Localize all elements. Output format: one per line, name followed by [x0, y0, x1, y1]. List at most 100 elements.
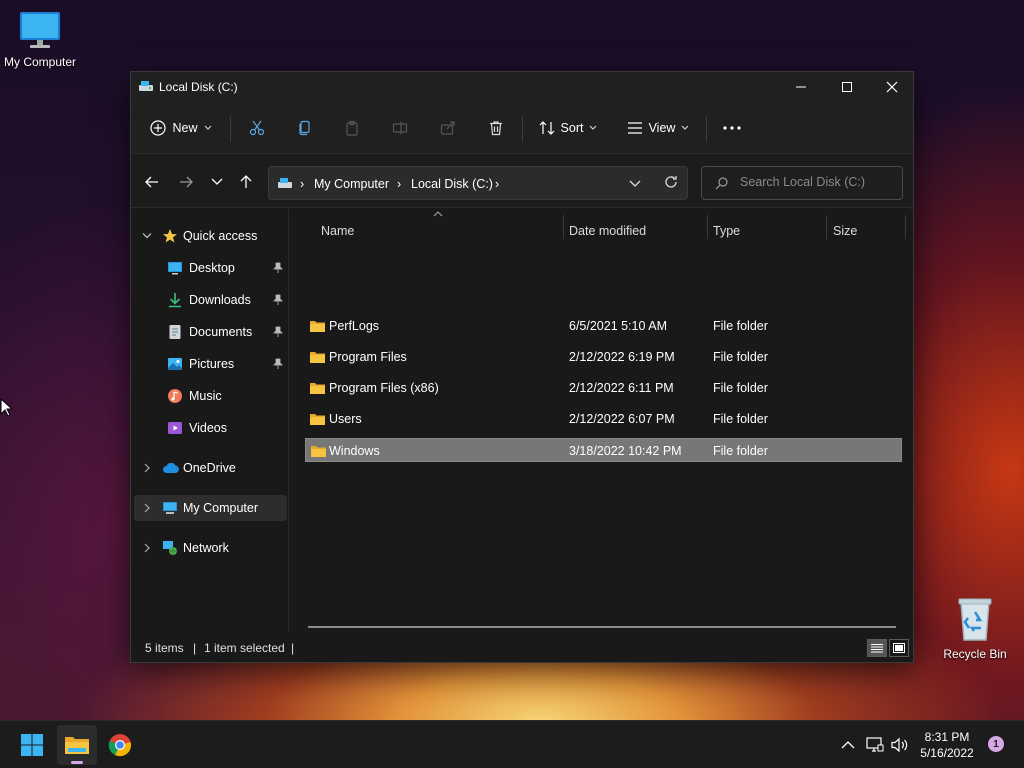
desktop-icon-label: My Computer — [3, 55, 77, 69]
trash-icon — [490, 121, 502, 136]
taskbar-file-explorer[interactable] — [57, 725, 97, 765]
sidebar-item-label: Documents — [189, 325, 253, 339]
horizontal-scrollbar[interactable] — [308, 626, 896, 628]
recent-locations-button[interactable] — [206, 171, 228, 193]
sort-icon — [539, 121, 554, 135]
recycle-bin-icon — [958, 598, 992, 641]
column-header-size[interactable]: Size — [833, 217, 903, 245]
paste-button[interactable] — [338, 110, 366, 146]
sidebar-item-network[interactable]: Network — [134, 535, 287, 561]
pin-icon[interactable] — [273, 358, 283, 370]
sidebar-item-my-computer[interactable]: My Computer — [134, 495, 287, 521]
active-app-indicator — [71, 761, 83, 764]
sidebar-item-quick-access[interactable]: Quick access — [134, 223, 287, 249]
view-button[interactable]: View — [623, 110, 693, 146]
desktop-icon-recycle-bin[interactable]: Recycle Bin — [935, 596, 1015, 661]
share-button[interactable] — [434, 110, 462, 146]
sidebar-item-label: Music — [189, 389, 222, 403]
sort-button[interactable]: Sort — [535, 110, 601, 146]
download-icon — [169, 293, 181, 308]
window-title: Local Disk (C:) — [159, 80, 238, 94]
start-button[interactable] — [12, 725, 52, 765]
desktop-icon-my-computer[interactable]: My Computer — [0, 10, 80, 69]
tiles-view-button[interactable] — [889, 639, 909, 657]
file-row[interactable]: Program Files (x86) 2/12/2022 6:11 PM Fi… — [305, 376, 902, 400]
pin-icon[interactable] — [273, 326, 283, 338]
speaker-icon — [891, 737, 908, 753]
desktop-icon-label: Recycle Bin — [943, 647, 1007, 661]
chevron-down-icon — [142, 233, 152, 239]
file-type: File folder — [713, 381, 768, 395]
file-row[interactable]: Users 2/12/2022 6:07 PM File folder — [305, 407, 902, 431]
sidebar-item-onedrive[interactable]: OneDrive — [134, 455, 287, 481]
search-input[interactable] — [740, 175, 890, 189]
sidebar-item-music[interactable]: Music — [134, 383, 287, 409]
notification-badge[interactable]: 1 — [988, 736, 1004, 752]
system-clock[interactable]: 8:31 PM 5/16/2022 — [910, 729, 984, 761]
column-separator[interactable] — [905, 215, 906, 239]
sidebar-item-documents[interactable]: Documents — [134, 319, 287, 345]
windows-logo-icon — [21, 734, 43, 756]
network-status-button[interactable] — [865, 735, 885, 755]
more-options-button[interactable] — [716, 110, 748, 146]
maximize-icon — [842, 82, 852, 92]
music-icon — [168, 389, 182, 403]
tiles-view-icon — [893, 643, 905, 653]
details-view-button[interactable] — [867, 639, 887, 657]
minimize-button[interactable] — [778, 72, 824, 102]
volume-button[interactable] — [890, 735, 910, 755]
sidebar-item-desktop[interactable]: Desktop — [134, 255, 287, 281]
column-separator[interactable] — [826, 215, 827, 239]
chevron-down-icon — [682, 125, 689, 130]
file-row[interactable]: Program Files 2/12/2022 6:19 PM File fol… — [305, 345, 902, 369]
sidebar-item-downloads[interactable]: Downloads — [134, 287, 287, 313]
maximize-button[interactable] — [824, 72, 870, 102]
column-separator[interactable] — [563, 215, 564, 239]
new-button[interactable]: New — [145, 110, 217, 146]
rename-icon — [392, 122, 408, 134]
sidebar-item-label: Quick access — [183, 229, 258, 243]
status-separator: | — [193, 641, 197, 655]
sidebar-item-pictures[interactable]: Pictures — [134, 351, 287, 377]
pin-icon[interactable] — [273, 294, 283, 306]
address-dropdown-button[interactable] — [629, 177, 641, 191]
file-name: Program Files — [329, 350, 407, 364]
delete-button[interactable] — [482, 110, 510, 146]
search-icon — [715, 177, 728, 190]
status-separator: | — [291, 641, 295, 655]
taskbar-chrome[interactable] — [100, 725, 140, 765]
sidebar-item-videos[interactable]: Videos — [134, 415, 287, 441]
search-box[interactable] — [701, 166, 903, 200]
forward-button[interactable] — [175, 171, 197, 193]
breadcrumb-separator: › — [495, 177, 500, 191]
navigation-pane: Quick access Desktop Downloads Documents… — [131, 209, 289, 632]
show-hidden-icons-button[interactable] — [838, 735, 858, 755]
minimize-icon — [796, 86, 806, 88]
sidebar-item-label: My Computer — [183, 501, 259, 515]
cut-button[interactable] — [243, 110, 271, 146]
file-row[interactable]: PerfLogs 6/5/2021 5:10 AM File folder — [305, 314, 902, 338]
up-button[interactable] — [235, 171, 257, 193]
address-bar[interactable]: › My Computer › Local Disk (C:) › — [268, 166, 688, 200]
column-header-type[interactable]: Type — [713, 217, 823, 245]
rename-button[interactable] — [386, 110, 414, 146]
copy-button[interactable] — [291, 110, 319, 146]
pin-icon[interactable] — [273, 262, 283, 274]
view-label: View — [648, 121, 676, 135]
title-bar[interactable]: Local Disk (C:) — [131, 72, 913, 102]
column-header-date[interactable]: Date modified — [569, 217, 704, 245]
chevron-right-icon — [144, 543, 150, 553]
refresh-button[interactable] — [664, 175, 678, 192]
back-button[interactable] — [141, 171, 163, 193]
folder-icon — [310, 383, 325, 394]
column-header-name[interactable]: Name — [321, 217, 561, 245]
breadcrumb-local-disk[interactable]: Local Disk (C:) — [411, 177, 493, 191]
sidebar-item-label: Videos — [189, 421, 227, 435]
file-row-selected[interactable]: Windows 3/18/2022 10:42 PM File folder — [305, 438, 902, 462]
chevron-down-icon — [629, 180, 641, 187]
chevron-down-icon — [590, 125, 597, 130]
column-separator[interactable] — [707, 215, 708, 239]
refresh-icon — [665, 176, 677, 188]
close-button[interactable] — [869, 72, 915, 102]
breadcrumb-my-computer[interactable]: My Computer — [314, 177, 389, 191]
